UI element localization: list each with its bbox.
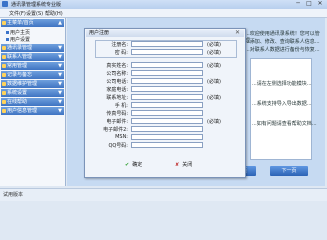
folder-icon	[2, 64, 6, 68]
qq-input[interactable]	[131, 142, 203, 148]
fax-input[interactable]	[131, 110, 203, 116]
ok-button[interactable]: ✔ 确定	[125, 161, 155, 170]
folder-icon	[2, 46, 6, 50]
dialog-close-icon[interactable]: ✕	[235, 29, 240, 36]
company-input[interactable]	[131, 70, 203, 76]
item-icon	[6, 31, 9, 34]
real-name-input[interactable]	[131, 62, 203, 68]
email-input[interactable]	[131, 118, 203, 124]
field-label: 传真号码:	[106, 111, 128, 117]
sidebar-section-label: 常用管理	[7, 63, 28, 69]
field-label: 密 码:	[114, 50, 128, 56]
sidebar-section-label: 在线帮助	[7, 99, 28, 105]
field-label: 电子邮件:	[106, 119, 128, 125]
status-bar	[0, 188, 327, 201]
sidebar-section-5[interactable]: 数据维护管理 ▼	[1, 80, 64, 88]
chevron-up-icon: ▲	[58, 20, 62, 26]
intro-text-line: ...系统支持导入导出数据...	[252, 101, 312, 107]
folder-icon	[2, 91, 6, 95]
field-label: 手 机:	[114, 103, 128, 109]
sidebar-item-label: 用户设置	[10, 37, 31, 43]
sidebar-section-label: 用户信息管理	[7, 108, 38, 114]
menu-file[interactable]: 文件(F)	[9, 10, 26, 17]
required-note: (必填)	[207, 50, 221, 56]
checkmark-icon: ✔	[125, 162, 130, 168]
intro-text-line: ...添加、修改、查询联系人信息...	[245, 39, 320, 45]
required-note: (必填)	[207, 63, 221, 69]
chevron-down-icon: ▼	[58, 99, 62, 105]
sidebar-section-label: 通讯录管理	[7, 45, 33, 51]
required-note: (必填)	[207, 95, 221, 101]
close-window-button[interactable]: ✕	[315, 0, 325, 8]
field-label: 联系地址:	[106, 95, 128, 101]
folder-icon	[2, 82, 6, 86]
required-note: (必填)	[207, 119, 221, 125]
sidebar-section-1[interactable]: 通讯录管理 ▼	[1, 44, 64, 52]
field-label: 真实姓名:	[106, 63, 128, 69]
field-label: MSN:	[115, 134, 128, 140]
folder-icon	[2, 21, 6, 25]
field-label: 注册名:	[111, 42, 128, 48]
minimize-button[interactable]: ─	[293, 0, 303, 8]
maximize-button[interactable]: □	[304, 0, 314, 8]
folder-icon	[2, 55, 6, 59]
mobile-input[interactable]	[131, 102, 203, 108]
field-label: 家庭电话:	[106, 87, 128, 93]
sidebar-section-7[interactable]: 在线帮助 ▼	[1, 98, 64, 106]
close-button[interactable]: ✘ 关闭	[175, 161, 205, 170]
menu-settings[interactable]: 设置(S)	[26, 10, 43, 17]
folder-icon	[2, 100, 6, 104]
chevron-down-icon: ▼	[58, 63, 62, 69]
item-icon	[6, 38, 9, 41]
chevron-down-icon: ▼	[58, 81, 62, 87]
close-icon: ✘	[175, 162, 180, 168]
username-input[interactable]	[131, 41, 203, 47]
chevron-down-icon: ▼	[58, 108, 62, 114]
sidebar-section-label: 记录与备忘	[7, 72, 33, 78]
company-phone-input[interactable]	[131, 78, 203, 84]
field-label: QQ号码:	[108, 143, 128, 149]
window-title: 通讯录管理系统专业版	[11, 2, 62, 8]
chevron-down-icon: ▼	[58, 45, 62, 51]
sidebar-section-label: 联系人管理	[7, 54, 33, 60]
sidebar-section-label: 主菜单/首页	[7, 20, 34, 26]
field-label: 公司电话:	[106, 79, 128, 85]
sidebar-section-home[interactable]: 主菜单/首页 ▲	[1, 19, 64, 27]
sidebar-section-3[interactable]: 常用管理 ▼	[1, 62, 64, 70]
chevron-down-icon: ▼	[58, 72, 62, 78]
password-input[interactable]	[131, 49, 203, 55]
home-phone-input[interactable]	[131, 86, 203, 92]
field-label: 公司名称:	[106, 71, 128, 77]
dialog-title: 用户注册	[86, 30, 244, 37]
chevron-down-icon: ▼	[58, 90, 62, 96]
field-label: 电子邮件2:	[103, 127, 128, 133]
address-input[interactable]	[131, 94, 203, 100]
required-note: (必填)	[207, 42, 221, 48]
intro-text-line: ...如有问题请查看帮助文档...	[252, 121, 317, 127]
chevron-down-icon: ▼	[58, 54, 62, 60]
folder-icon	[2, 109, 6, 113]
sidebar-section-6[interactable]: 系统设置 ▼	[1, 89, 64, 97]
app-icon	[2, 1, 8, 7]
content-box	[250, 58, 312, 160]
sidebar-section-8[interactable]: 用户信息管理 ▼	[1, 107, 64, 115]
menu-help[interactable]: 帮助(H)	[45, 10, 63, 17]
intro-text-line: ...请在左侧选择功能模块...	[252, 81, 312, 87]
required-note: (必填)	[207, 79, 221, 85]
sidebar-item-user-settings[interactable]: 用户设置	[6, 36, 30, 43]
email2-input[interactable]	[131, 126, 203, 132]
sidebar-section-4[interactable]: 记录与备忘 ▼	[1, 71, 64, 79]
sidebar-section-label: 系统设置	[7, 90, 28, 96]
status-text: 试用版本	[3, 192, 24, 198]
user-register-dialog: 用户注册 ✕ 注册名: (必填) 密 码: (必填) 真实姓名: (必填) 公司…	[84, 28, 246, 178]
msn-input[interactable]	[131, 134, 203, 140]
sidebar-section-label: 数据维护管理	[7, 81, 38, 87]
sidebar-item-user-home[interactable]: 用户主页	[6, 29, 30, 36]
sidebar-section-2[interactable]: 联系人管理 ▼	[1, 53, 64, 61]
close-label: 关闭	[182, 162, 193, 168]
next-page-button[interactable]: 下一页	[270, 166, 308, 176]
ok-label: 确定	[132, 162, 143, 168]
intro-text-line: ...对联系人数据进行备份与恢复...	[245, 47, 320, 53]
folder-icon	[2, 73, 6, 77]
